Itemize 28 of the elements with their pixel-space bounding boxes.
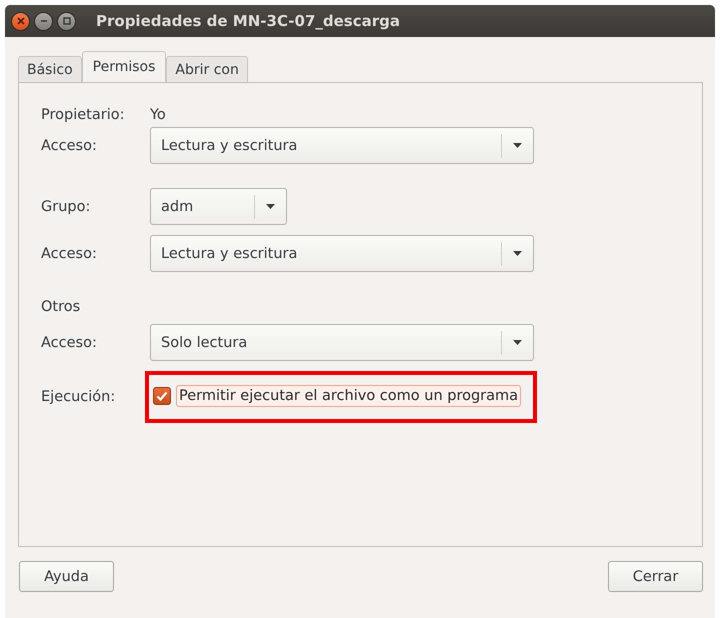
caret-icon [266, 204, 275, 210]
dialog-button[interactable]: Ayuda [19, 561, 114, 592]
field-label: Grupo: [41, 198, 92, 214]
field-label: Acceso: [41, 138, 98, 154]
dropdown[interactable]: Lectura y escritura [150, 235, 534, 272]
maximize-icon[interactable] [57, 12, 76, 30]
minimize-icon[interactable] [34, 12, 53, 30]
caret-icon [513, 250, 522, 256]
tab[interactable]: Permisos [82, 51, 166, 82]
field-label: Acceso: [41, 334, 98, 350]
field-label: Propietario: [41, 107, 126, 123]
caret-icon [513, 340, 522, 346]
caret-icon [513, 142, 522, 148]
dropdown[interactable]: Lectura y escritura [150, 127, 534, 164]
dropdown[interactable]: adm [150, 188, 287, 225]
tab[interactable]: Básico [18, 56, 82, 82]
check-icon [156, 390, 168, 402]
close-icon[interactable] [11, 12, 30, 30]
field-label: Acceso: [41, 246, 98, 262]
checkbox[interactable] [153, 387, 171, 405]
dialog-button[interactable]: Cerrar [608, 561, 703, 592]
tab[interactable]: Abrir con [166, 56, 248, 82]
field-label: Ejecución: [41, 389, 116, 405]
dropdown[interactable]: Solo lectura [150, 324, 534, 361]
checkbox-label[interactable]: Permitir ejecutar el archivo como un programa [176, 385, 522, 407]
section-label: Otros [41, 299, 82, 315]
window-title: Propiedades de MN-3C-07_descarga [96, 12, 400, 30]
owner-value: Yo [150, 107, 166, 123]
